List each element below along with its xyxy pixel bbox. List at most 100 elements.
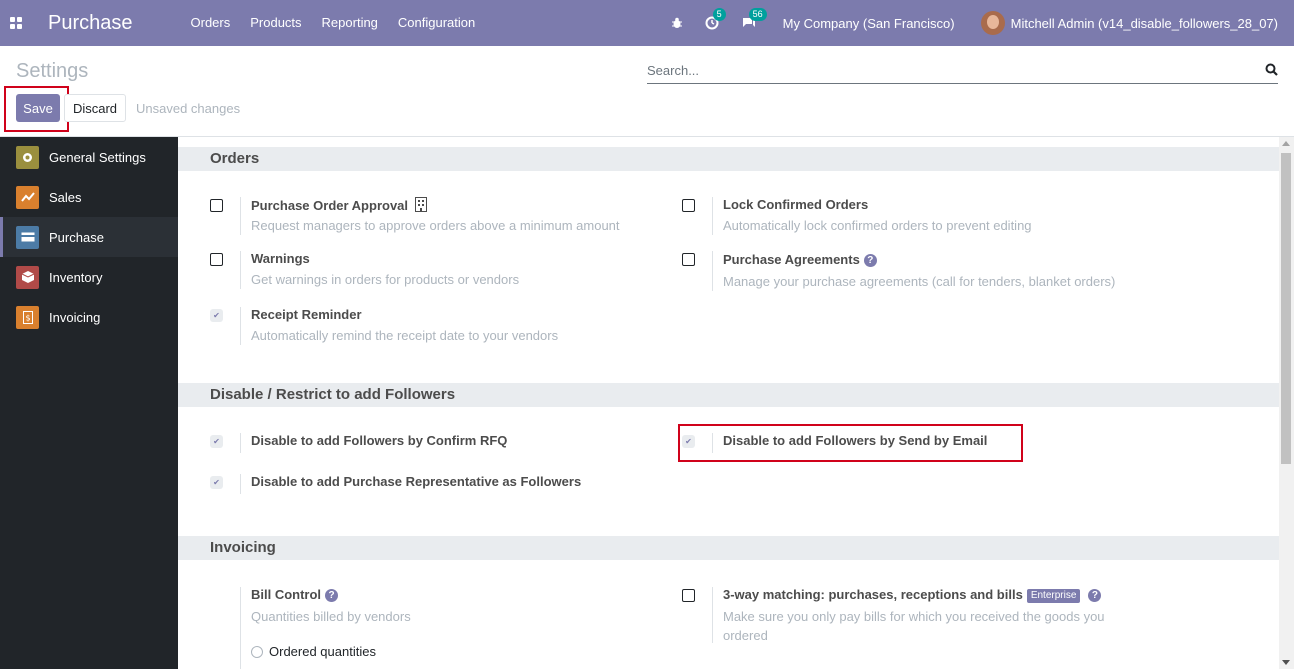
sidebar-item-inventory[interactable]: Inventory	[0, 257, 178, 297]
setting-lock-confirmed-orders: Lock Confirmed Orders Automatically lock…	[682, 197, 1132, 237]
radio-label: Ordered quantities	[269, 644, 376, 659]
divider	[240, 587, 241, 669]
setting-followers-confirm-rfq: ✔ Disable to add Followers by Confirm RF…	[210, 433, 660, 453]
enterprise-badge: Enterprise	[1026, 589, 1081, 603]
card-icon	[16, 225, 39, 249]
company-switcher[interactable]: My Company (San Francisco)	[783, 16, 955, 31]
control-panel: Settings Save Discard Unsaved changes	[0, 46, 1294, 137]
setting-label: Disable to add Purchase Representative a…	[251, 474, 582, 489]
confirm-rfq-checkbox[interactable]: ✔	[210, 435, 223, 448]
help-question-icon[interactable]: ?	[863, 254, 877, 267]
section-title-invoicing: Invoicing	[178, 536, 1279, 560]
purchase-order-approval-checkbox[interactable]	[210, 199, 223, 212]
user-menu[interactable]: Mitchell Admin (v14_disable_followers_28…	[1011, 16, 1278, 31]
setting-receipt-reminder: ✔ Receipt Reminder Automatically remind …	[210, 307, 660, 347]
setting-label: Lock Confirmed Orders	[723, 197, 869, 212]
setting-label: Bill Control?	[251, 587, 339, 602]
setting-description: Get warnings in orders for products or v…	[251, 272, 520, 287]
purchase-rep-checkbox[interactable]: ✔	[210, 476, 223, 489]
divider	[712, 251, 713, 291]
divider	[240, 197, 241, 235]
setting-description: Request managers to approve orders above…	[251, 218, 620, 233]
setting-three-way-matching: 3-way matching: purchases, receptions an…	[682, 587, 1105, 647]
divider	[240, 307, 241, 345]
scroll-thumb[interactable]	[1281, 153, 1291, 464]
menu-reporting[interactable]: Reporting	[312, 0, 388, 46]
divider	[240, 433, 241, 453]
setting-description: Automatically lock confirmed orders to p…	[723, 218, 1032, 233]
purchase-agreements-checkbox[interactable]	[682, 253, 695, 266]
divider	[240, 251, 241, 289]
setting-followers-send-by-email: ✔ Disable to add Followers by Send by Em…	[682, 433, 1132, 453]
help-question-icon[interactable]: ?	[1088, 589, 1102, 602]
lock-confirmed-orders-checkbox[interactable]	[682, 199, 695, 212]
receipt-reminder-checkbox[interactable]: ✔	[210, 309, 223, 322]
radio-button[interactable]	[251, 645, 263, 658]
setting-label: Purchase Agreements?	[723, 252, 877, 267]
main-menu: Orders Products Reporting Configuration	[181, 0, 486, 46]
sidebar-item-label: General Settings	[49, 149, 146, 165]
sidebar-item-label: Invoicing	[49, 309, 101, 325]
sidebar-item-general-settings[interactable]: General Settings	[0, 137, 178, 177]
menu-orders[interactable]: Orders	[181, 0, 241, 46]
content-scrollbar[interactable]	[1279, 137, 1294, 669]
sidebar-item-invoicing[interactable]: $ Invoicing	[0, 297, 178, 337]
sidebar-item-sales[interactable]: Sales	[0, 177, 178, 217]
messages-chat-icon[interactable]: 56	[741, 8, 767, 30]
messages-count-badge: 56	[748, 8, 767, 21]
search-input[interactable]	[647, 58, 1247, 82]
divider	[712, 197, 713, 235]
setting-purchase-order-approval: Purchase Order Approval Request managers…	[210, 197, 660, 237]
setting-purchase-agreements: Purchase Agreements? Manage your purchas…	[682, 251, 1242, 293]
search-bar	[647, 58, 1278, 84]
setting-label: Disable to add Followers by Confirm RFQ	[251, 433, 508, 448]
setting-label: Warnings	[251, 251, 310, 266]
sidebar-item-label: Inventory	[49, 269, 103, 285]
unsaved-changes-text: Unsaved changes	[136, 101, 241, 116]
divider	[712, 433, 713, 453]
svg-text:$: $	[25, 313, 30, 322]
user-avatar[interactable]	[980, 11, 1005, 35]
sidebar-item-label: Purchase	[49, 229, 104, 245]
help-question-icon[interactable]: ?	[325, 589, 339, 602]
divider	[712, 587, 713, 643]
settings-sidebar: General Settings Sales Purchase Inventor…	[0, 137, 178, 669]
scroll-up-arrow-icon[interactable]	[1282, 141, 1290, 146]
save-button[interactable]: Save	[16, 94, 60, 122]
search-icon[interactable]	[1265, 63, 1278, 79]
three-way-matching-checkbox[interactable]	[682, 589, 695, 602]
discard-button[interactable]: Discard	[64, 94, 126, 122]
setting-description: Make sure you only pay bills for which y…	[723, 609, 1105, 643]
setting-description: Manage your purchase agreements (call fo…	[723, 274, 1116, 289]
checkmark-icon: ✔	[213, 478, 220, 487]
settings-content: Orders Purchase Order Approval Request m…	[178, 137, 1279, 669]
setting-followers-purchase-rep: ✔ Disable to add Purchase Representative…	[210, 474, 660, 494]
setting-warnings: Warnings Get warnings in orders for prod…	[210, 251, 660, 291]
building-icon	[414, 197, 427, 215]
setting-description: Automatically remind the receipt date to…	[251, 328, 559, 343]
checkmark-icon: ✔	[685, 437, 692, 446]
chart-icon	[16, 185, 39, 209]
warnings-checkbox[interactable]	[210, 253, 223, 266]
checkmark-icon: ✔	[213, 311, 220, 320]
sidebar-item-purchase[interactable]: Purchase	[0, 217, 178, 257]
send-by-email-checkbox[interactable]: ✔	[682, 435, 695, 448]
scroll-down-arrow-icon[interactable]	[1282, 660, 1290, 665]
checkmark-icon: ✔	[213, 437, 220, 446]
top-navbar: Purchase Orders Products Reporting Confi…	[0, 0, 1294, 46]
page-title: Settings	[16, 60, 89, 82]
gear-icon	[16, 145, 39, 169]
setting-description: Quantities billed by vendors	[251, 609, 411, 624]
section-title-followers: Disable / Restrict to add Followers	[178, 383, 1279, 407]
box-icon	[16, 265, 39, 289]
app-brand[interactable]: Purchase	[48, 12, 133, 35]
radio-ordered-quantities[interactable]: Ordered quantities	[251, 644, 376, 659]
activity-clock-icon[interactable]: 5	[705, 8, 726, 30]
activity-count-badge: 5	[712, 8, 726, 21]
menu-configuration[interactable]: Configuration	[388, 0, 485, 46]
apps-menu-icon[interactable]	[0, 0, 32, 46]
setting-label: Receipt Reminder	[251, 307, 362, 322]
debug-bug-icon[interactable]	[671, 17, 683, 29]
menu-products[interactable]: Products	[240, 0, 311, 46]
sidebar-item-label: Sales	[49, 189, 82, 205]
